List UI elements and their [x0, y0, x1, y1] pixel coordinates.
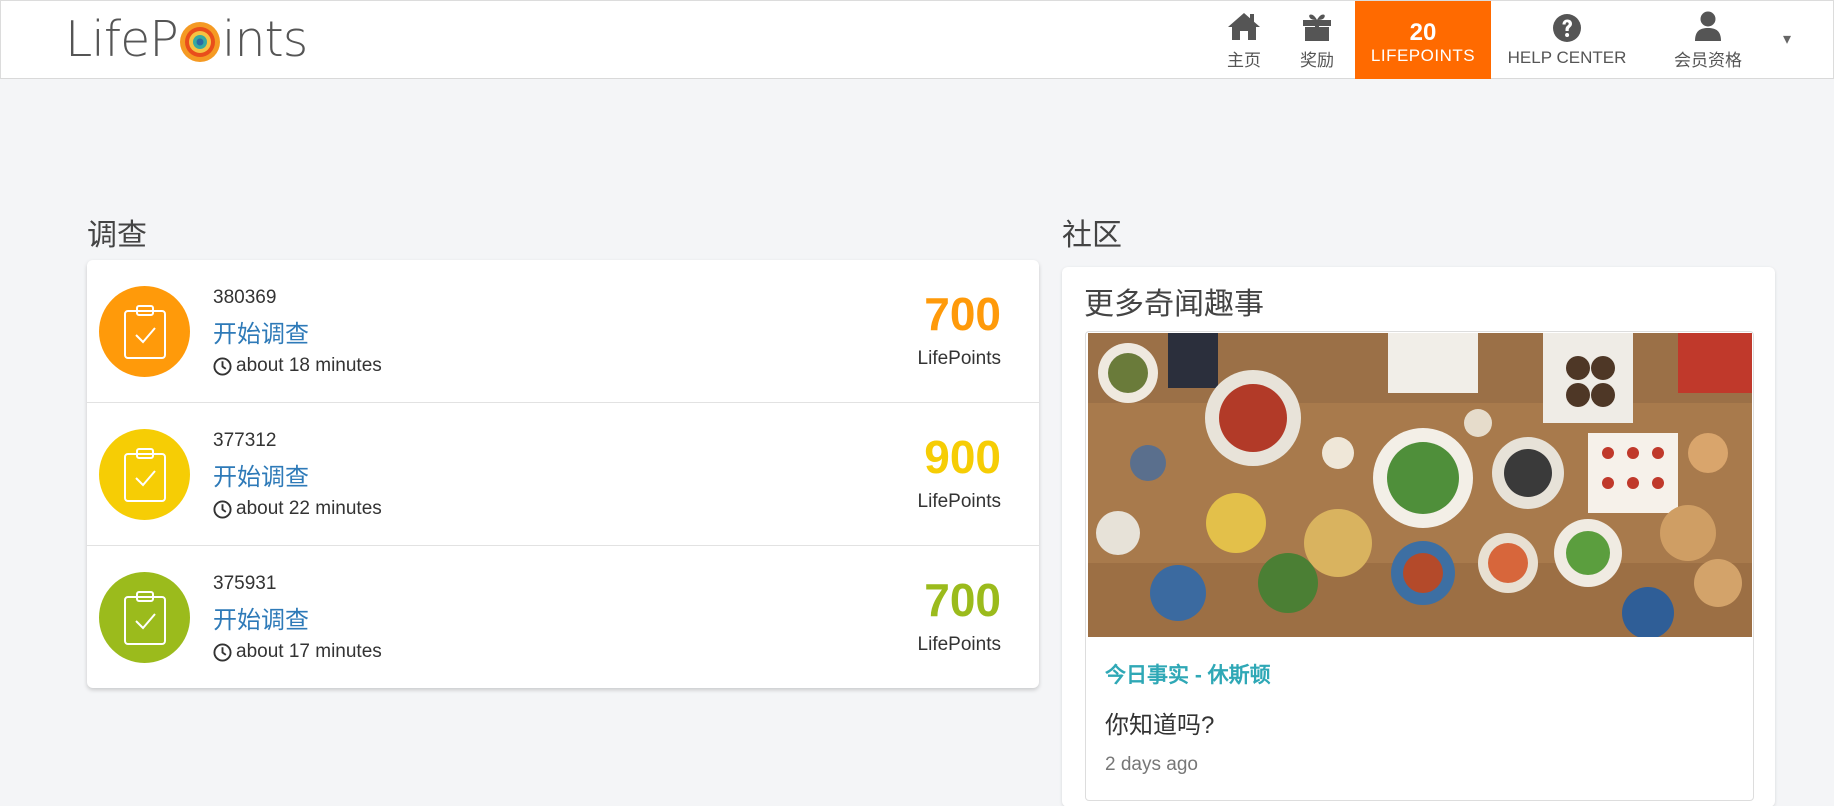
- survey-points-label: LifePoints: [917, 348, 1001, 369]
- story-food-photo[interactable]: [1088, 333, 1752, 637]
- survey-row[interactable]: 380369 开始调查 about 18 minutes 700 LifePoi…: [87, 260, 1039, 403]
- survey-duration-text: about 18 minutes: [236, 355, 382, 376]
- story-category-link[interactable]: 今日事实 - 休斯顿: [1105, 659, 1271, 689]
- survey-id: 380369: [213, 287, 277, 308]
- clipboard-check-icon: [99, 572, 190, 663]
- story-title[interactable]: 你知道吗?: [1105, 705, 1214, 740]
- user-icon: [1695, 11, 1721, 41]
- points-balance: 20: [1409, 19, 1437, 46]
- survey-points-label: LifePoints: [917, 634, 1001, 655]
- survey-row[interactable]: 377312 开始调查 about 22 minutes 900 LifePoi…: [87, 403, 1039, 546]
- story-card[interactable]: 今日事实 - 休斯顿 你知道吗? 2 days ago: [1085, 331, 1754, 801]
- clipboard-check-icon: [99, 286, 190, 377]
- nav-membership-label: 会员资格: [1674, 50, 1742, 70]
- survey-points-value: 700: [924, 574, 1001, 626]
- nav-membership[interactable]: 会员资格 ▾: [1643, 1, 1791, 79]
- clock-icon: [213, 356, 232, 376]
- survey-points-value: 900: [924, 431, 1001, 483]
- nav-help-center[interactable]: HELP CENTER: [1491, 1, 1643, 79]
- clock-icon: [213, 499, 232, 519]
- gift-icon: [1303, 14, 1331, 41]
- surveys-heading: 调查: [87, 219, 147, 252]
- community-subtitle: 更多奇闻趣事: [1084, 288, 1264, 321]
- survey-id: 377312: [213, 430, 277, 451]
- survey-duration: about 22 minutes: [213, 498, 382, 520]
- survey-reward: 700 LifePoints: [861, 286, 1001, 370]
- survey-reward: 900 LifePoints: [861, 429, 1001, 513]
- survey-points-value: 700: [924, 288, 1001, 340]
- survey-row[interactable]: 375931 开始调查 about 17 minutes 700 LifePoi…: [87, 546, 1039, 689]
- nav-rewards-label: 奖励: [1300, 50, 1334, 70]
- nav-lifepoints-balance[interactable]: 20 LIFEPOINTS: [1355, 1, 1491, 79]
- start-survey-link[interactable]: 开始调查: [213, 314, 309, 349]
- nav-home[interactable]: 主页: [1209, 1, 1279, 79]
- start-survey-link[interactable]: 开始调查: [213, 600, 309, 635]
- nav-home-label: 主页: [1227, 50, 1261, 70]
- top-header: LifeP ints 主页 奖励 20 LIFEPOINTS HELP CENT…: [0, 0, 1834, 79]
- points-label: LIFEPOINTS: [1370, 46, 1476, 65]
- logo-text-start: LifeP: [65, 10, 179, 68]
- nav-help-label: HELP CENTER: [1507, 48, 1627, 67]
- community-card: 更多奇闻趣事 今日事实 - 休斯顿 你知道吗? 2 days ago: [1062, 267, 1775, 806]
- surveys-card: 380369 开始调查 about 18 minutes 700 LifePoi…: [87, 260, 1039, 688]
- nav-rewards[interactable]: 奖励: [1281, 1, 1353, 79]
- lifepoints-logo[interactable]: LifeP ints: [65, 10, 308, 68]
- home-icon: [1228, 12, 1260, 40]
- survey-points-label: LifePoints: [917, 491, 1001, 512]
- survey-id: 375931: [213, 573, 277, 594]
- clipboard-check-icon: [99, 429, 190, 520]
- start-survey-link[interactable]: 开始调查: [213, 457, 309, 492]
- survey-duration: about 18 minutes: [213, 355, 382, 377]
- chevron-down-icon[interactable]: ▾: [1783, 29, 1791, 49]
- survey-duration-text: about 17 minutes: [236, 641, 382, 662]
- main-nav: 主页 奖励 20 LIFEPOINTS HELP CENTER 会员资格 ▾: [1209, 1, 1833, 79]
- logo-text-end: ints: [221, 10, 308, 68]
- survey-duration: about 17 minutes: [213, 641, 382, 663]
- story-date: 2 days ago: [1105, 754, 1198, 775]
- community-heading: 社区: [1062, 219, 1122, 252]
- logo-sun-icon: [179, 22, 220, 62]
- clock-icon: [213, 642, 232, 662]
- survey-duration-text: about 22 minutes: [236, 498, 382, 519]
- question-circle-icon: [1553, 14, 1581, 42]
- survey-reward: 700 LifePoints: [861, 572, 1001, 656]
